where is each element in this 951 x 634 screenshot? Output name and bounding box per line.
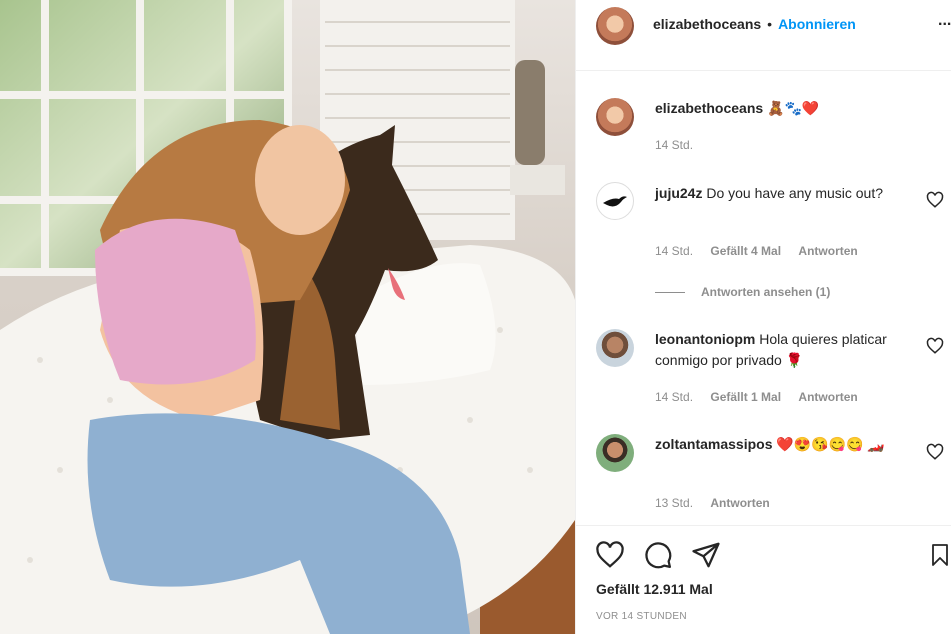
comment-avatar-2[interactable] xyxy=(596,329,634,367)
post-side-panel: elizabethoceans • Abonnieren ... elizabe… xyxy=(575,0,951,634)
likes-count[interactable]: Gefällt 12.911 Mal xyxy=(596,581,713,597)
comment-avatar-3[interactable] xyxy=(596,434,634,472)
caption: elizabethoceans 🧸🐾❤️ xyxy=(655,98,819,119)
share-icon[interactable] xyxy=(691,540,721,570)
header-username[interactable]: elizabethoceans xyxy=(653,16,761,32)
caption-time: 14 Std. xyxy=(655,138,707,152)
comment-3-reply[interactable]: Antworten xyxy=(710,496,769,510)
comment-1-username[interactable]: juju24z xyxy=(655,185,702,201)
caption-username[interactable]: elizabethoceans xyxy=(655,100,763,116)
comment-3: zoltantamassipos ❤️😍😘😋😋 🏎️ xyxy=(655,434,910,455)
comment-2-meta: 14 Std. Gefällt 1 Mal Antworten xyxy=(655,390,872,404)
post-photo-illustration xyxy=(0,0,575,634)
comment-3-heart-icon[interactable] xyxy=(926,443,944,461)
heart-icon[interactable] xyxy=(595,540,625,570)
comment-2: leonantoniopm Hola quieres platicar conm… xyxy=(655,329,905,371)
comment-3-meta: 13 Std. Antworten xyxy=(655,496,784,510)
comment-1: juju24z Do you have any music out? xyxy=(655,183,900,204)
actions-divider xyxy=(576,525,951,526)
comment-2-likes[interactable]: Gefällt 1 Mal xyxy=(710,390,781,404)
post-date[interactable]: VOR 14 STUNDEN xyxy=(596,611,687,622)
comment-icon[interactable] xyxy=(643,540,673,570)
comment-2-time[interactable]: 14 Std. xyxy=(655,390,693,404)
comment-2-username[interactable]: leonantoniopm xyxy=(655,331,755,347)
post-photo[interactable] xyxy=(0,0,575,634)
caption-text: 🧸🐾❤️ xyxy=(767,100,820,116)
view-replies-label[interactable]: Antworten ansehen (1) xyxy=(701,285,830,299)
comment-3-time[interactable]: 13 Std. xyxy=(655,496,693,510)
view-replies-line xyxy=(655,291,685,293)
comment-2-reply[interactable]: Antworten xyxy=(798,390,857,404)
comment-1-meta: 14 Std. Gefällt 4 Mal Antworten xyxy=(655,244,872,258)
comment-3-username[interactable]: zoltantamassipos xyxy=(655,436,772,452)
bookmark-icon[interactable] xyxy=(928,540,951,570)
comment-2-heart-icon[interactable] xyxy=(926,337,944,355)
comment-1-heart-icon[interactable] xyxy=(926,191,944,209)
comment-avatar-1[interactable] xyxy=(596,182,634,220)
header-divider xyxy=(576,70,951,71)
header-separator: • xyxy=(767,16,773,32)
header-user: elizabethoceans • Abonnieren xyxy=(653,16,856,32)
caption-avatar[interactable] xyxy=(596,98,634,136)
header-avatar[interactable] xyxy=(596,7,634,45)
comment-1-likes[interactable]: Gefällt 4 Mal xyxy=(710,244,781,258)
comment-1-reply[interactable]: Antworten xyxy=(798,244,857,258)
comment-3-text: ❤️😍😘😋😋 🏎️ xyxy=(776,436,885,452)
more-icon[interactable]: ... xyxy=(938,12,951,30)
comment-1-text: Do you have any music out? xyxy=(706,185,884,201)
follow-button[interactable]: Abonnieren xyxy=(778,16,856,32)
view-replies[interactable]: Antworten ansehen (1) xyxy=(655,285,830,299)
bird-icon xyxy=(603,196,627,207)
comment-1-time[interactable]: 14 Std. xyxy=(655,244,693,258)
caption-timestamp[interactable]: 14 Std. xyxy=(655,138,693,152)
